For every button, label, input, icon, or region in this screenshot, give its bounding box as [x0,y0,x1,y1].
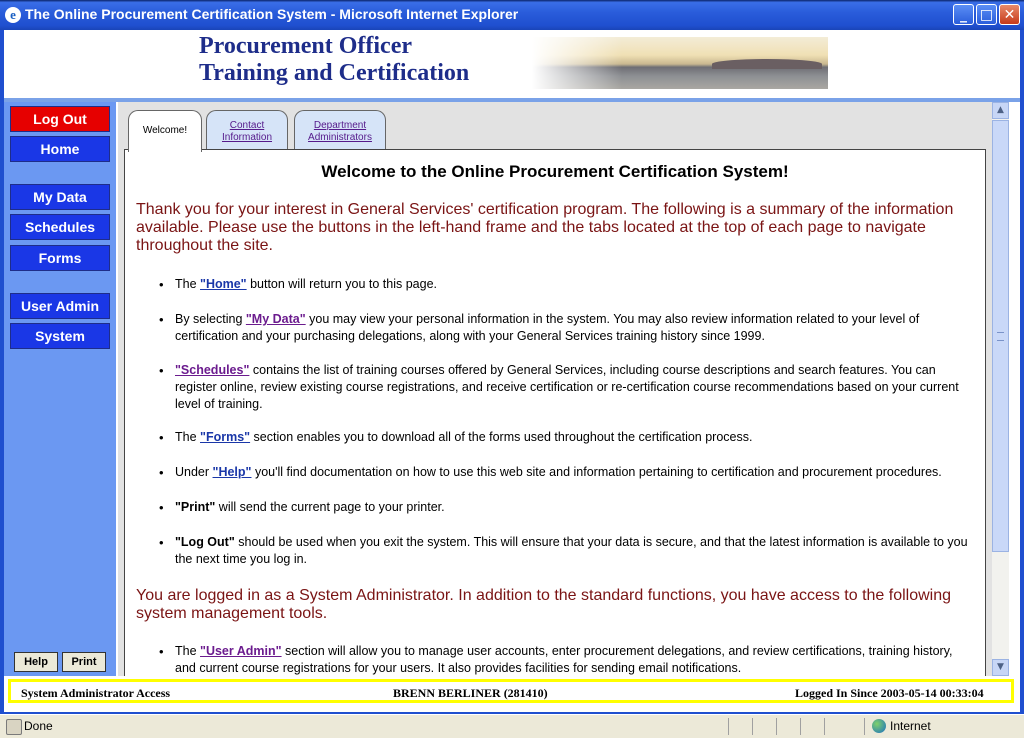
tab-department-administrators[interactable]: Department Administrators [294,110,386,150]
scroll-thumb[interactable] [992,120,1009,552]
image-fade [532,37,622,89]
help-link[interactable]: "Help" [213,465,252,479]
tab-welcome[interactable]: Welcome! [128,110,202,152]
user-admin-link[interactable]: "User Admin" [200,644,282,658]
schedules-link[interactable]: "Schedules" [175,363,249,377]
internet-zone-globe-icon [872,719,886,733]
home-link[interactable]: "Home" [200,277,247,291]
admin-intro-paragraph: You are logged in as a System Administra… [136,587,952,622]
minimize-button[interactable]: _ [953,4,974,25]
maximize-button[interactable]: □ [976,4,997,25]
browser-status-bar: Done Internet [0,714,1024,738]
logged-in-since-text: Logged In Since 2003-05-14 00:33:04 [795,686,984,700]
list-item-help: Under "Help" you'll find documentation o… [159,464,975,481]
list-item-forms: The "Forms" section enables you to downl… [159,429,975,446]
tab-department-label[interactable]: Department Administrators [295,120,385,144]
status-divider [752,718,753,735]
status-divider [864,718,865,735]
scroll-down-arrow-icon[interactable]: ▼ [992,659,1009,676]
vertical-scrollbar[interactable]: ▲ ▼ [992,102,1009,676]
list-item-schedules: "Schedules" contains the list of trainin… [159,362,975,413]
list-item-logout: "Log Out" should be used when you exit t… [159,534,975,568]
site-banner: Procurement Officer Training and Certifi… [4,30,1020,100]
window-title: The Online Procurement Certification Sys… [25,6,519,22]
session-footer-inner: System Administrator Access BRENN BERLIN… [11,682,1011,700]
access-level-text: System Administrator Access [21,686,171,700]
scroll-grip-icon [997,332,1004,341]
my-data-link[interactable]: "My Data" [246,312,306,326]
forms-link[interactable]: "Forms" [200,430,250,444]
main-content-frame: Welcome! Contact Information Department Ad… [118,102,992,676]
page-heading: Welcome to the Online Procurement Certif… [321,162,789,181]
system-button[interactable]: System [10,323,110,349]
page-icon [6,719,22,735]
user-admin-button[interactable]: User Admin [10,293,110,319]
title-bar[interactable]: e The Online Procurement Certification S… [0,0,1024,30]
left-nav-frame: Log Out Home My Data Schedules Forms Use… [4,102,116,676]
session-footer: System Administrator Access BRENN BERLIN… [8,679,1014,703]
close-button[interactable]: ✕ [999,4,1020,25]
scroll-up-arrow-icon[interactable]: ▲ [992,102,1009,119]
list-item-print: "Print" will send the current page to yo… [159,499,975,516]
list-item-user-admin: The "User Admin" section will allow you … [159,643,975,676]
banner-title-line-1: Procurement Officer [199,33,413,59]
tab-welcome-label: Welcome! [142,125,188,136]
home-button[interactable]: Home [10,136,110,162]
zone-text: Internet [890,719,931,733]
tab-contact-information[interactable]: Contact Information [206,110,288,150]
my-data-button[interactable]: My Data [10,184,110,210]
ie-icon[interactable]: e [5,7,21,23]
status-divider [824,718,825,735]
logout-button[interactable]: Log Out [10,106,110,132]
print-button[interactable]: Print [62,652,106,672]
tab-contact-label[interactable]: Contact Information [207,120,287,144]
status-divider [800,718,801,735]
intro-paragraph: Thank you for your interest in General S… [136,201,954,254]
forms-button[interactable]: Forms [10,245,110,271]
status-text: Done [24,719,53,733]
list-item-my-data: By selecting "My Data" you may view your… [159,311,975,345]
status-divider [728,718,729,735]
island-silhouette [712,59,822,69]
schedules-button[interactable]: Schedules [10,214,110,240]
user-name-text: BRENN BERLINER (281410) [393,686,548,700]
banner-title-line-2: Training and Certification [199,60,470,86]
banner-landscape-image [532,37,828,89]
list-item-home: The "Home" button will return you to thi… [159,276,975,293]
help-button[interactable]: Help [14,652,58,672]
welcome-panel: Welcome to the Online Procurement Certif… [124,149,986,676]
status-divider [776,718,777,735]
